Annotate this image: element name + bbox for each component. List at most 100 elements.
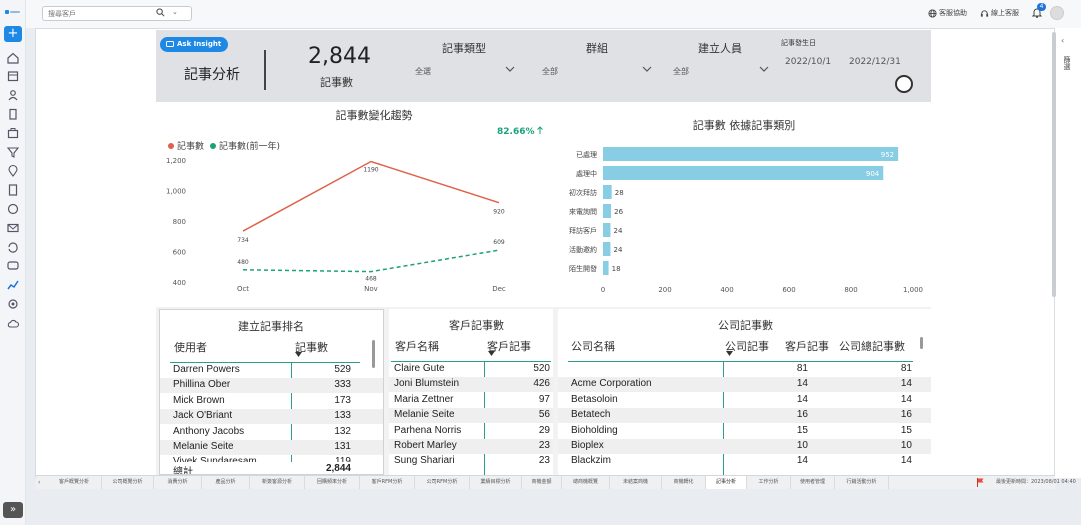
tab-page[interactable]: 工作分析 <box>747 476 791 489</box>
table-row[interactable]: Parhena Norris 29 <box>389 424 553 439</box>
date-from[interactable]: 2022/10/1 <box>785 57 831 67</box>
table-row[interactable]: Melanie Seite 131 <box>160 440 383 455</box>
bar[interactable] <box>603 166 884 180</box>
building-icon[interactable] <box>6 107 20 121</box>
cloud-icon[interactable] <box>6 316 20 330</box>
table-row[interactable]: Blackzim 14 14 <box>558 454 931 469</box>
chevron-down-icon[interactable] <box>505 66 515 73</box>
table-row[interactable]: Bioplex 10 10 <box>558 439 931 454</box>
tab-page[interactable]: 記事分析 <box>706 476 747 489</box>
filter-icon[interactable] <box>6 145 20 159</box>
cell-total: 16 <box>900 409 912 421</box>
filter-creator-select[interactable]: 全部 <box>673 66 689 77</box>
chevron-left-icon[interactable]: ‹ <box>1061 36 1064 45</box>
kpi-label: 記事數 <box>320 76 353 89</box>
support-link[interactable]: 線上客服 <box>980 8 1019 18</box>
ask-insight-button[interactable]: Ask Insight <box>160 37 228 52</box>
cell-customer: Parhena Norris <box>394 424 462 436</box>
table-row[interactable]: Maria Zettner 97 <box>389 393 553 408</box>
location-icon[interactable] <box>6 164 20 178</box>
cell-company: Betasoloin <box>571 393 618 405</box>
table-row[interactable]: Jack O'Briant 133 <box>160 409 383 425</box>
table-row[interactable]: Melanie Seite 56 <box>389 408 553 424</box>
table-row[interactable]: Sung Shariari 23 <box>389 454 553 469</box>
table-row[interactable]: Betatech 16 16 <box>558 408 931 424</box>
x-tick-label: 1,000 <box>903 286 923 294</box>
filter-group-select[interactable]: 全部 <box>542 66 558 77</box>
column-header-user[interactable]: 使用者 <box>174 339 207 355</box>
tab-page[interactable]: 總商機概覽 <box>562 476 610 489</box>
column-header-customer-count[interactable]: 客戶記事 <box>785 338 829 354</box>
table-row[interactable]: Robert Marley 23 <box>389 439 553 454</box>
chat-icon[interactable] <box>6 202 20 216</box>
analytics-icon[interactable] <box>6 278 20 292</box>
date-to[interactable]: 2022/12/31 <box>849 57 901 67</box>
chevron-down-icon[interactable]: ⌄ <box>172 8 178 16</box>
table-row[interactable]: Betasoloin 14 14 <box>558 393 931 408</box>
data-label: 18 <box>612 265 621 273</box>
table-row[interactable]: Phillina Ober 333 <box>160 378 383 394</box>
tab-page[interactable]: 客戶概覽分析 <box>47 476 102 489</box>
chevron-down-icon[interactable] <box>642 66 652 73</box>
bar[interactable] <box>603 185 612 199</box>
filter-type-select[interactable]: 全選 <box>415 66 431 77</box>
message-icon[interactable] <box>6 259 20 273</box>
user-icon[interactable] <box>6 88 20 102</box>
tab-page[interactable]: 商機轉化 <box>662 476 706 489</box>
tab-page[interactable]: 商機金額 <box>522 476 562 489</box>
mail-icon[interactable] <box>6 221 20 235</box>
search-input[interactable] <box>42 6 192 21</box>
table-row[interactable]: Joni Blumstein 426 <box>389 377 553 393</box>
table-row[interactable]: Anthony Jacobs 132 <box>160 425 383 440</box>
chevron-down-icon[interactable] <box>759 66 769 73</box>
sort-desc-icon[interactable] <box>488 351 495 356</box>
tab-page[interactable]: 新簽客源分析 <box>250 476 305 489</box>
calendar-icon[interactable] <box>6 69 20 83</box>
tab-page[interactable]: 消費分析 <box>154 476 202 489</box>
tab-page[interactable]: 回購頻率分析 <box>305 476 360 489</box>
column-header-company[interactable]: 公司名稱 <box>571 338 615 354</box>
table-row[interactable]: Bioholding 15 15 <box>558 424 931 439</box>
bar[interactable] <box>603 204 612 218</box>
table-scrollbar[interactable] <box>372 340 375 368</box>
briefcase-icon[interactable] <box>6 126 20 140</box>
tab-page[interactable]: 使用者管理 <box>791 476 835 489</box>
bar[interactable] <box>603 147 899 161</box>
column-header-total[interactable]: 公司總記事數 <box>839 338 905 354</box>
tab-page[interactable]: 公司概覽分析 <box>102 476 154 489</box>
sort-desc-icon[interactable] <box>295 352 302 357</box>
filter-panel-label[interactable]: 篩選 <box>1062 56 1072 70</box>
cell-total: 14 <box>900 455 912 467</box>
add-button[interactable]: + <box>4 26 22 42</box>
tab-page[interactable]: 客戶RFM分析 <box>360 476 415 489</box>
settings-icon[interactable] <box>6 297 20 311</box>
table-row[interactable]: Acme Corporation 14 14 <box>558 377 931 393</box>
page-scrollbar[interactable] <box>1052 32 1056 297</box>
cell-customer-count: 14 <box>796 378 808 390</box>
bar[interactable] <box>603 261 609 275</box>
chevron-left-icon[interactable]: ‹ <box>38 476 40 489</box>
home-icon[interactable] <box>6 51 20 65</box>
date-range-slider-handle[interactable] <box>895 75 913 93</box>
category-label: 來電詢問 <box>569 207 597 216</box>
table-scrollbar[interactable] <box>920 337 923 349</box>
search-icon[interactable] <box>156 8 165 17</box>
column-header-customer[interactable]: 客戶名稱 <box>395 338 439 354</box>
bar[interactable] <box>603 223 611 237</box>
tab-page[interactable]: 業績目標分析 <box>470 476 522 489</box>
table-row[interactable]: Claire Gute 520 <box>389 362 553 377</box>
table-row[interactable]: Mick Brown 173 <box>160 394 383 409</box>
tab-page[interactable]: 行銷活動分析 <box>835 476 889 489</box>
tab-page[interactable]: 未結案商機 <box>610 476 662 489</box>
help-link[interactable]: 客服協助 <box>928 8 967 18</box>
tab-page[interactable]: 公司RFM分析 <box>415 476 470 489</box>
sync-icon[interactable] <box>6 240 20 254</box>
bar[interactable] <box>603 242 611 256</box>
document-icon[interactable] <box>6 183 20 197</box>
table-row[interactable]: 81 81 <box>558 362 931 377</box>
expand-rail-button[interactable]: » <box>3 502 23 518</box>
avatar[interactable] <box>1050 6 1064 20</box>
table-row[interactable]: Darren Powers 529 <box>160 363 383 378</box>
sort-desc-icon[interactable] <box>726 351 733 356</box>
tab-page[interactable]: 產品分析 <box>202 476 250 489</box>
